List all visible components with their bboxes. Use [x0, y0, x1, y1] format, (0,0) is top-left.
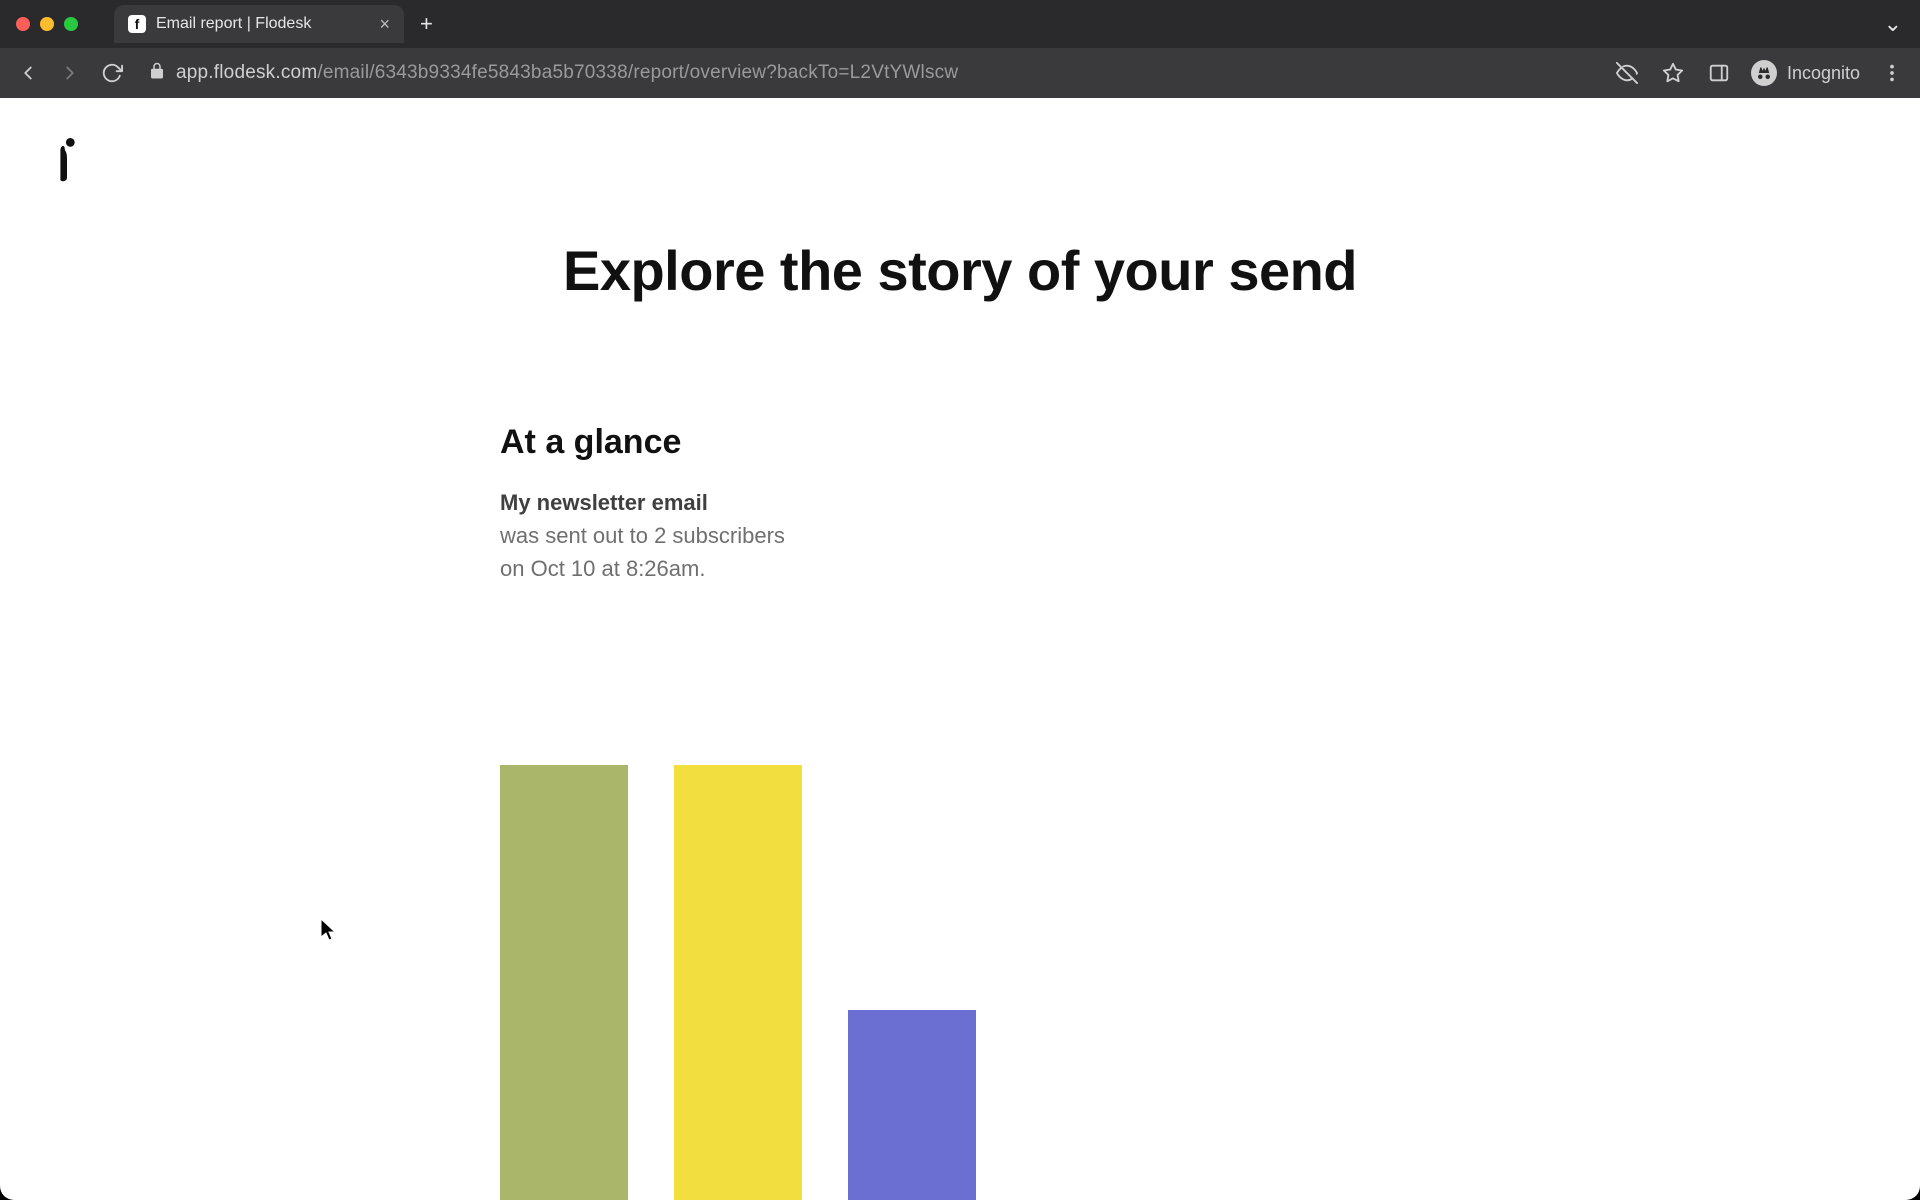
at-a-glance-section: At a glance My newsletter email was sent… [460, 423, 1460, 1200]
side-panel-icon[interactable] [1705, 59, 1733, 87]
window-close-button[interactable] [16, 17, 30, 31]
new-tab-button[interactable]: + [420, 11, 433, 37]
window-minimize-button[interactable] [40, 17, 54, 31]
flodesk-logo[interactable] [56, 138, 78, 187]
browser-tab[interactable]: f Email report | Flodesk × [114, 5, 404, 43]
window-controls [12, 17, 86, 31]
kebab-menu-button[interactable] [1878, 59, 1906, 87]
incognito-label: Incognito [1787, 63, 1860, 84]
eye-off-icon[interactable] [1613, 59, 1641, 87]
summary-text: My newsletter email was sent out to 2 su… [500, 486, 1420, 585]
email-name: My newsletter email [500, 490, 708, 515]
incognito-indicator[interactable]: Incognito [1751, 60, 1860, 86]
lock-icon [148, 62, 166, 85]
forward-button[interactable] [56, 59, 84, 87]
summary-line-1: was sent out to 2 subscribers [500, 523, 785, 548]
back-button[interactable] [14, 59, 42, 87]
mouse-cursor [320, 918, 338, 947]
address-bar[interactable]: app.flodesk.com/email/6343b9334fe5843ba5… [140, 62, 1599, 85]
report-content: Explore the story of your send At a glan… [460, 98, 1460, 1200]
section-title: At a glance [500, 423, 1420, 462]
toolbar: app.flodesk.com/email/6343b9334fe5843ba5… [0, 48, 1920, 98]
reload-button[interactable] [98, 59, 126, 87]
url-host: app.flodesk.com [176, 62, 317, 83]
toolbar-right: Incognito [1613, 59, 1906, 87]
tab-close-button[interactable]: × [379, 14, 390, 35]
window-maximize-button[interactable] [64, 17, 78, 31]
incognito-icon [1751, 60, 1777, 86]
url-text: app.flodesk.com/email/6343b9334fe5843ba5… [176, 62, 958, 84]
url-path: /email/6343b9334fe5843ba5b70338/report/o… [317, 62, 958, 83]
browser-chrome: f Email report | Flodesk × + ⌄ app.flode… [0, 0, 1920, 98]
tab-bar: f Email report | Flodesk × + ⌄ [0, 0, 1920, 48]
tab-title: Email report | Flodesk [156, 15, 369, 33]
summary-line-2: on Oct 10 at 8:26am. [500, 556, 705, 581]
tab-favicon: f [128, 15, 146, 33]
chart-bar-delivered[interactable] [500, 765, 628, 1200]
page-viewport: Explore the story of your send At a glan… [0, 98, 1920, 1200]
tabs-dropdown-button[interactable]: ⌄ [1884, 11, 1908, 37]
bookmark-star-icon[interactable] [1659, 59, 1687, 87]
chart-bar-clicked[interactable] [848, 1010, 976, 1200]
page-headline: Explore the story of your send [563, 238, 1357, 303]
glance-bar-chart [500, 655, 1420, 1200]
chart-bar-opened[interactable] [674, 765, 802, 1200]
